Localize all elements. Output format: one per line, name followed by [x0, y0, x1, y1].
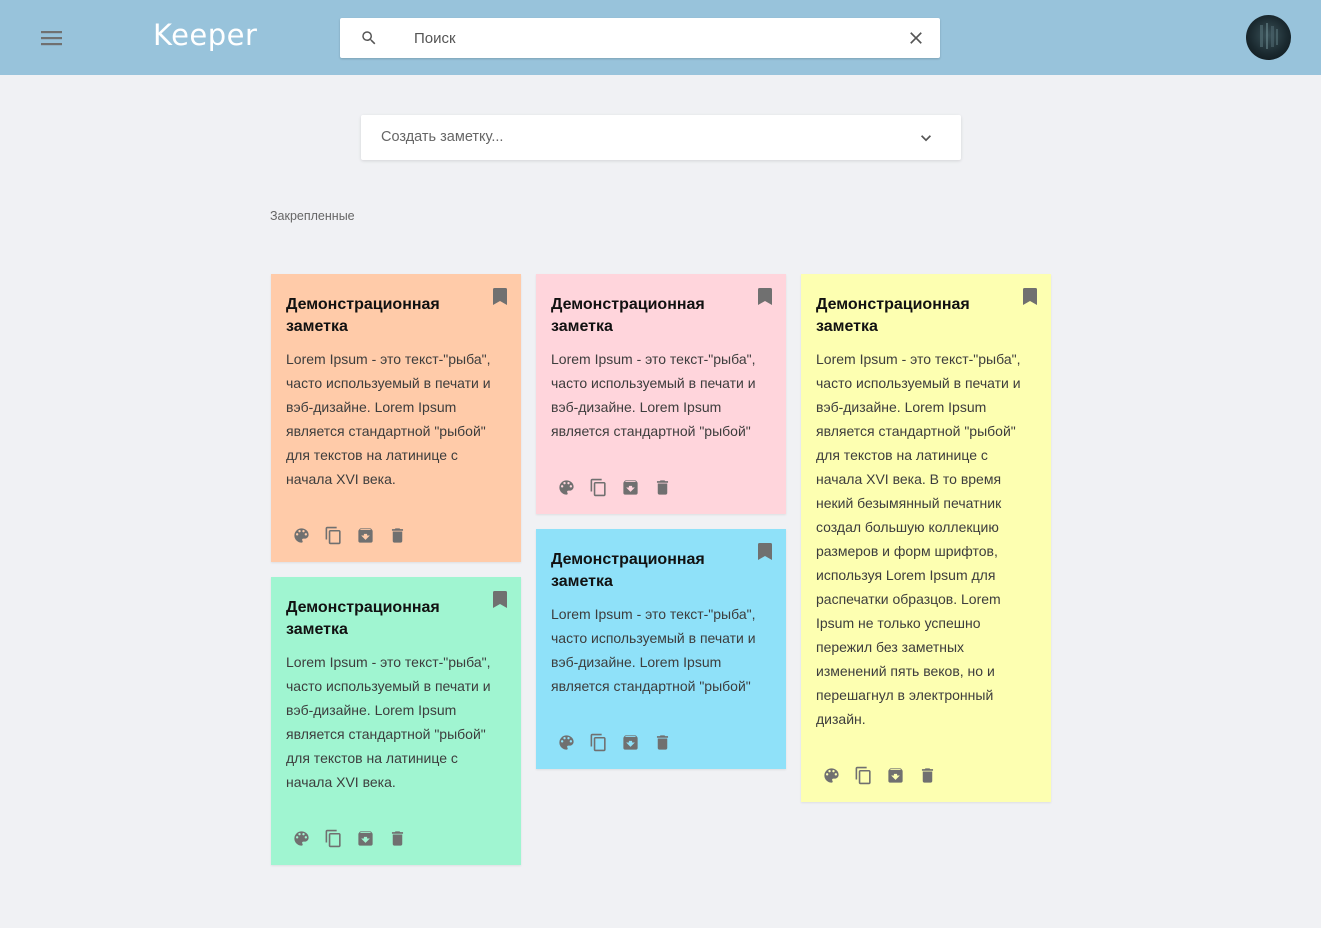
trash-icon[interactable] — [387, 828, 407, 848]
search-input[interactable] — [414, 18, 884, 58]
note-card-1[interactable]: Демонстрационная заметка Lorem Ipsum - э… — [271, 274, 521, 562]
note-card-5[interactable]: Демонстрационная заметка Lorem Ipsum - э… — [801, 274, 1051, 802]
palette-icon[interactable] — [291, 828, 311, 848]
bookmark-icon[interactable] — [493, 591, 507, 608]
menu-button[interactable] — [36, 22, 68, 54]
copy-icon[interactable] — [588, 732, 608, 752]
palette-icon[interactable] — [556, 732, 576, 752]
note-title: Демонстрационная заметка — [816, 296, 970, 335]
bookmark-icon[interactable] — [1023, 288, 1037, 305]
app-header: Keeper — [0, 0, 1321, 75]
trash-icon[interactable] — [387, 525, 407, 545]
chevron-down-icon[interactable] — [916, 128, 936, 148]
search-icon[interactable] — [360, 29, 378, 47]
copy-icon[interactable] — [323, 525, 343, 545]
copy-icon[interactable] — [853, 765, 873, 785]
trash-icon[interactable] — [917, 765, 937, 785]
note-title: Демонстрационная заметка — [286, 599, 440, 638]
palette-icon[interactable] — [821, 765, 841, 785]
note-actions — [556, 477, 672, 497]
note-card-2[interactable]: Демонстрационная заметка Lorem Ipsum - э… — [271, 577, 521, 865]
create-note-placeholder: Создать заметку... — [381, 129, 504, 145]
note-actions — [291, 525, 407, 545]
note-card-4[interactable]: Демонстрационная заметка Lorem Ipsum - э… — [536, 529, 786, 769]
bookmark-icon[interactable] — [758, 543, 772, 560]
note-title: Демонстрационная заметка — [551, 296, 705, 335]
archive-icon[interactable] — [885, 765, 905, 785]
trash-icon[interactable] — [652, 477, 672, 497]
archive-icon[interactable] — [355, 525, 375, 545]
palette-icon[interactable] — [291, 525, 311, 545]
note-title: Демонстрационная заметка — [551, 551, 705, 590]
note-actions — [821, 765, 937, 785]
note-title: Демонстрационная заметка — [286, 296, 440, 335]
close-icon[interactable] — [906, 28, 926, 48]
copy-icon[interactable] — [323, 828, 343, 848]
archive-icon[interactable] — [620, 477, 640, 497]
pinned-section-label: Закрепленные — [270, 209, 355, 223]
copy-icon[interactable] — [588, 477, 608, 497]
avatar[interactable] — [1246, 15, 1291, 60]
note-body: Lorem Ipsum - это текст-"рыба", часто ис… — [551, 606, 756, 694]
note-actions — [556, 732, 672, 752]
note-card-3[interactable]: Демонстрационная заметка Lorem Ipsum - э… — [536, 274, 786, 514]
archive-icon[interactable] — [620, 732, 640, 752]
note-body: Lorem Ipsum - это текст-"рыба", часто ис… — [286, 351, 491, 487]
archive-icon[interactable] — [355, 828, 375, 848]
note-body: Lorem Ipsum - это текст-"рыба", часто ис… — [816, 351, 1021, 727]
search-bar — [340, 18, 940, 58]
palette-icon[interactable] — [556, 477, 576, 497]
note-actions — [291, 828, 407, 848]
create-note-input[interactable]: Создать заметку... — [361, 115, 961, 160]
trash-icon[interactable] — [652, 732, 672, 752]
hamburger-menu-icon — [41, 30, 63, 46]
bookmark-icon[interactable] — [493, 288, 507, 305]
note-body: Lorem Ipsum - это текст-"рыба", часто ис… — [286, 654, 491, 790]
bookmark-icon[interactable] — [758, 288, 772, 305]
note-body: Lorem Ipsum - это текст-"рыба", часто ис… — [551, 351, 756, 439]
app-logo[interactable]: Keeper — [153, 18, 257, 52]
